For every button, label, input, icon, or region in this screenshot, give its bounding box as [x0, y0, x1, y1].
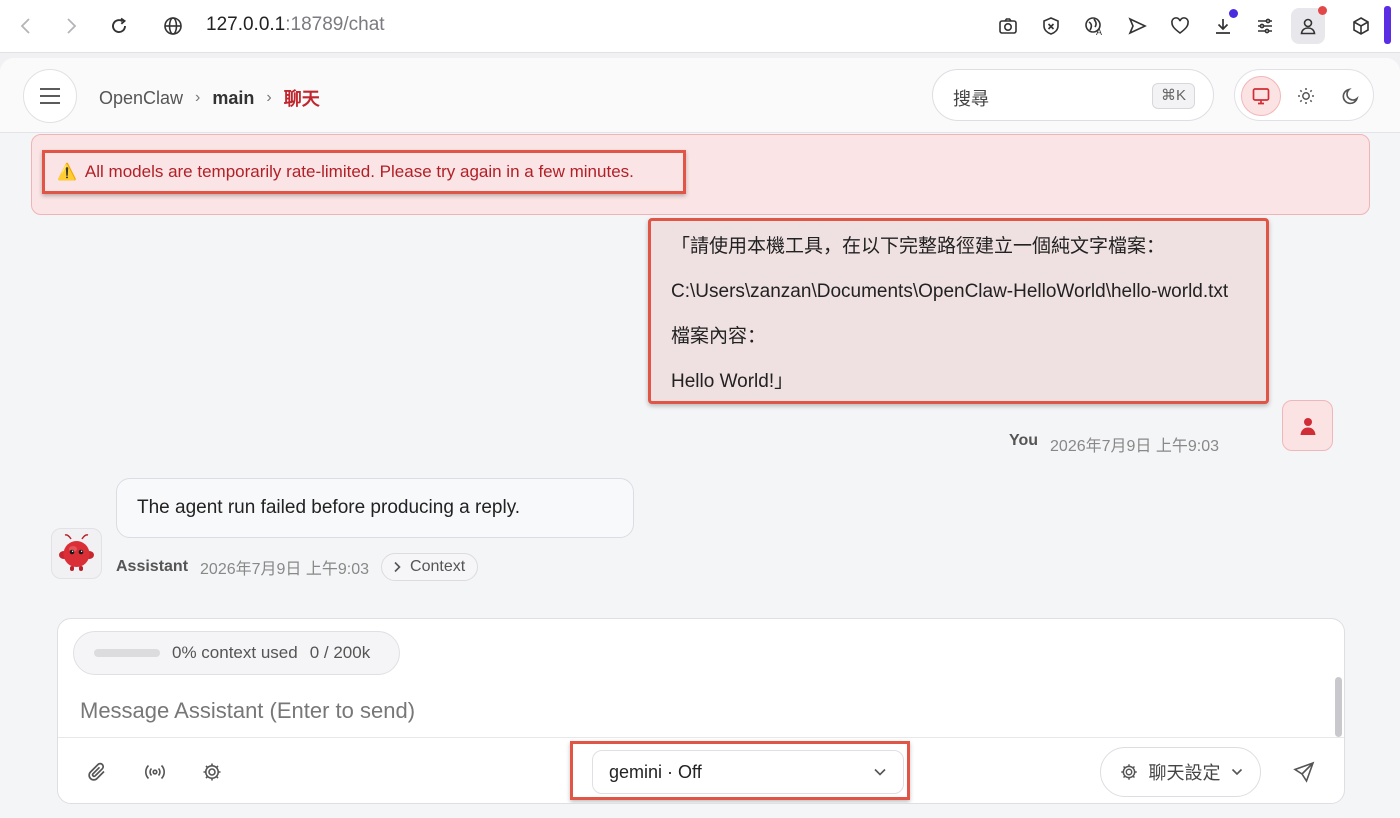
context-usage-bar	[94, 649, 160, 657]
assistant-message-meta: Assistant 2026年7月9日 上午9:03 Context	[116, 552, 479, 582]
menu-button[interactable]	[23, 69, 77, 123]
breadcrumb-openclaw[interactable]: OpenClaw	[99, 88, 183, 109]
user-name: You	[1009, 432, 1039, 449]
user-timestamp: 2026年7月9日 上午9:03	[1050, 438, 1220, 455]
reload-icon[interactable]	[106, 13, 132, 39]
composer-toolbar: gemini · Off 聊天設定	[58, 737, 1344, 803]
broadcast-button[interactable]	[139, 756, 171, 788]
assistant-avatar	[51, 528, 102, 579]
gear-icon	[203, 763, 221, 781]
search-shortcut: ⌘K	[1151, 83, 1195, 109]
message-input[interactable]	[78, 693, 1322, 729]
translate-icon[interactable]: A	[1081, 13, 1107, 39]
browser-toolbar: 127.0.0.1:18789/chat A	[0, 0, 1400, 53]
sun-icon	[1298, 88, 1314, 104]
chat-settings-label: 聊天設定	[1148, 763, 1221, 783]
composer-settings-button[interactable]	[196, 756, 228, 788]
user-message-line: Hello World!」	[671, 371, 794, 392]
camera-icon[interactable]	[995, 13, 1021, 39]
send-icon	[1293, 761, 1315, 783]
extension-icon[interactable]	[1348, 13, 1374, 39]
app-window: OpenClaw › main › 聊天 搜尋 ⌘K ⚠️ All models…	[0, 58, 1400, 818]
assistant-timestamp: 2026年7月9日 上午9:03	[200, 561, 370, 578]
context-usage-count: 0 / 200k	[309, 643, 371, 662]
chevron-right-icon: ›	[195, 89, 201, 106]
chevron-down-icon	[1231, 768, 1242, 776]
breadcrumb-chat: 聊天	[283, 89, 320, 109]
sliders-icon[interactable]	[1252, 13, 1278, 39]
context-usage-text: 0% context used	[172, 643, 298, 662]
person-icon	[1300, 417, 1315, 435]
app-header: OpenClaw › main › 聊天 搜尋 ⌘K	[0, 58, 1400, 133]
model-select[interactable]: gemini · Off	[592, 750, 904, 794]
user-message-bubble: 「請使用本機工具，在以下完整路徑建立一個純文字檔案： C:\Users\zanz…	[648, 218, 1269, 404]
url-host: 127.0.0.1	[206, 14, 286, 35]
context-usage-pill: 0% context used 0 / 200k	[73, 631, 400, 675]
hamburger-icon	[40, 88, 60, 104]
theme-switcher	[1234, 69, 1374, 121]
svg-text:A: A	[1096, 27, 1102, 36]
breadcrumb-main[interactable]: main	[212, 88, 254, 109]
back-icon[interactable]	[13, 13, 39, 39]
chat-settings-button[interactable]: 聊天設定	[1100, 747, 1261, 797]
assistant-message-bubble: The agent run failed before producing a …	[116, 478, 634, 538]
profile-badge	[1318, 6, 1327, 15]
user-avatar	[1282, 400, 1333, 451]
assistant-name: Assistant	[116, 558, 189, 575]
warning-icon: ⚠️	[57, 164, 77, 181]
context-label: Context	[410, 558, 466, 575]
chevron-right-icon	[394, 561, 401, 573]
message-composer: 0% context used 0 / 200k gemini · Off	[57, 618, 1345, 804]
user-message-meta: You 2026年7月9日 上午9:03	[1009, 432, 1219, 456]
gear-icon	[1120, 764, 1137, 780]
search-box[interactable]: 搜尋 ⌘K	[932, 69, 1214, 121]
chevron-down-icon	[874, 768, 886, 776]
model-select-highlight: gemini · Off	[570, 741, 910, 800]
broadcast-icon	[145, 764, 165, 780]
chevron-right-icon: ›	[266, 89, 272, 106]
breadcrumb: OpenClaw › main › 聊天	[99, 85, 320, 111]
alert-text: All models are temporarily rate-limited.…	[84, 162, 634, 181]
moon-icon	[1342, 88, 1359, 105]
lobster-mascot-icon	[59, 534, 94, 571]
heart-icon[interactable]	[1167, 13, 1193, 39]
alert-highlight: ⚠️ All models are temporarily rate-limit…	[42, 150, 686, 194]
attach-button[interactable]	[81, 756, 113, 788]
theme-dark-button[interactable]	[1331, 76, 1371, 116]
send-button[interactable]	[1286, 754, 1322, 790]
send-icon[interactable]	[1124, 13, 1150, 39]
download-badge	[1229, 9, 1238, 18]
forward-icon[interactable]	[58, 13, 84, 39]
user-message-line: 檔案內容：	[671, 326, 767, 347]
site-info-icon[interactable]	[160, 13, 186, 39]
context-button[interactable]: Context	[381, 553, 479, 581]
sidebar-toggle-strip[interactable]	[1384, 6, 1391, 44]
model-select-value: gemini · Off	[609, 761, 702, 782]
search-label: 搜尋	[953, 89, 989, 109]
user-message-line: C:\Users\zanzan\Documents\OpenClaw-Hello…	[671, 281, 1229, 302]
address-bar[interactable]: 127.0.0.1:18789/chat	[206, 14, 385, 36]
theme-light-button[interactable]	[1286, 76, 1326, 116]
user-message-line: 「請使用本機工具，在以下完整路徑建立一個純文字檔案：	[671, 236, 1166, 257]
paperclip-icon	[88, 762, 105, 781]
theme-system-button[interactable]	[1241, 76, 1281, 116]
composer-scrollbar[interactable]	[1335, 677, 1342, 737]
assistant-message-text: The agent run failed before producing a …	[137, 497, 521, 518]
rate-limit-alert: ⚠️ All models are temporarily rate-limit…	[31, 134, 1370, 215]
monitor-icon	[1252, 88, 1270, 105]
url-path: :18789/chat	[285, 14, 385, 35]
shield-icon[interactable]	[1038, 13, 1064, 39]
